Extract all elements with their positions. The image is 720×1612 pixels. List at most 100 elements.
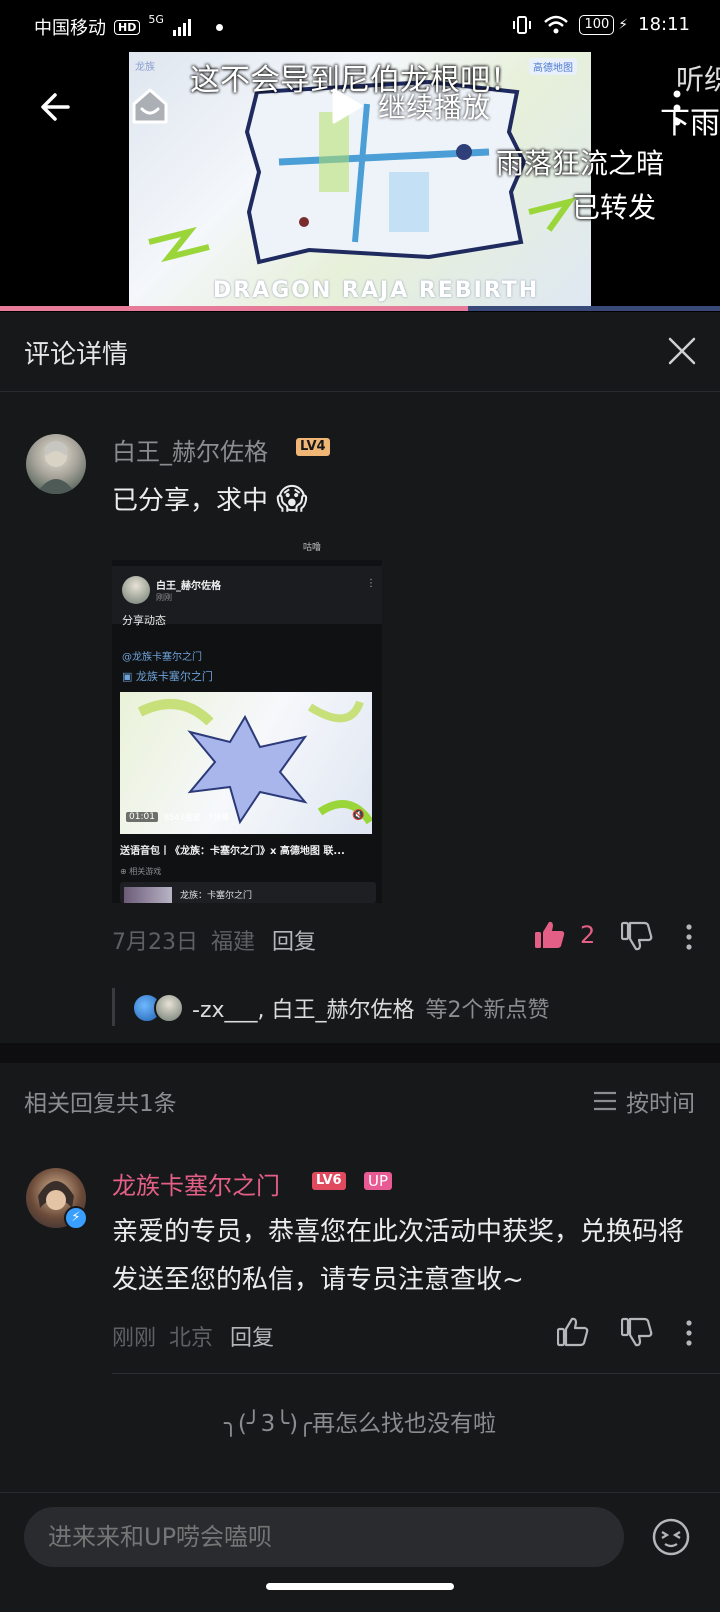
section-separator — [0, 1043, 720, 1063]
shared-screenshot-image[interactable]: 白王_赫尔佐格 刚刚 ⋮ 分享动态 @龙族卡塞尔之门 ▣ 龙族卡塞尔之门 01:… — [112, 560, 382, 903]
thumbs-up-filled-icon — [535, 921, 565, 948]
signal-icon — [172, 19, 191, 36]
resume-play-label: 继续播放 — [378, 91, 491, 124]
game-controller-icon: ⊕ — [120, 867, 130, 876]
shared-card-related: ⊕ 相关游戏 — [120, 866, 161, 877]
wifi-icon — [544, 15, 569, 33]
liked-by-text[interactable]: -zx___, 白王_赫尔佐格 等2个新点赞 — [192, 992, 550, 1024]
danmaku-text: 已转发 — [572, 191, 657, 224]
reply-location: 北京 — [169, 1326, 214, 1351]
up-badge: UP — [364, 1172, 393, 1190]
home-icon — [132, 88, 168, 124]
danmaku-text: 雨落狂流之暗 — [496, 147, 665, 180]
shared-card-top-label: 咕噜 — [303, 543, 322, 553]
avatar[interactable] — [26, 434, 86, 494]
close-icon — [668, 337, 696, 364]
close-button[interactable] — [662, 332, 702, 372]
comment-input[interactable] — [24, 1507, 624, 1567]
sort-label: 按时间 — [626, 1091, 695, 1117]
game-name: 龙族：卡塞尔之门 — [180, 891, 253, 901]
reply-text: 亲爱的专员，恭喜您在此次活动中获奖，兑换码将发送至您的私信，请专员注意查收~ — [112, 1217, 685, 1295]
liked-by-divider — [112, 988, 115, 1026]
home-indicator[interactable] — [266, 1583, 454, 1590]
resume-play-button[interactable]: 继续播放 — [330, 86, 490, 126]
level-badge: LV4 — [296, 438, 330, 456]
comment-date: 7月23日 — [112, 930, 198, 955]
video-watermark: DRAGON RAJA REBIRTH — [213, 278, 540, 303]
liked-by-names: -zx___, 白王_赫尔佐格 — [192, 998, 415, 1023]
battery-indicator: 100 — [579, 14, 615, 35]
game-thumb — [124, 887, 172, 903]
dislike-button[interactable] — [620, 1316, 654, 1350]
shared-card-action: 分享动态 — [122, 614, 166, 627]
mute-icon: 🔇 — [352, 810, 365, 821]
dislike-button[interactable] — [620, 920, 654, 954]
comment-input-bar — [0, 1492, 720, 1612]
play-icon — [332, 88, 363, 124]
reply-divider — [112, 1373, 720, 1374]
reply-button[interactable]: 回复 — [272, 924, 316, 956]
notification-dot-icon — [215, 23, 223, 31]
shared-card-game-row: 龙族：卡塞尔之门 — [120, 882, 376, 903]
shared-card-mention: @龙族卡塞尔之门 — [122, 652, 202, 663]
shared-card-more-icon: ⋮ — [366, 578, 376, 589]
panel-title: 评论详情 — [24, 340, 129, 370]
reply-meta: 刚刚 北京 — [112, 1320, 213, 1352]
comment-text: 已分享，求中 😱 — [112, 478, 308, 523]
back-button[interactable] — [34, 86, 78, 130]
status-bar: 中国移动 HD 5G 100 ⚡ 18:11 — [0, 0, 720, 52]
replies-count: 相关回复共1条 — [24, 1091, 177, 1117]
comment-more-button[interactable] — [682, 1318, 696, 1350]
comment-location: 福建 — [211, 930, 256, 955]
like-count: 2 — [580, 921, 596, 949]
comment-username[interactable]: 白王_赫尔佐格 — [112, 432, 268, 467]
video-duration: 01:01 — [126, 812, 158, 822]
back-arrow-icon — [41, 92, 70, 121]
comment-meta: 7月23日 福建 — [112, 924, 255, 956]
reply-button[interactable]: 回复 — [230, 1320, 274, 1352]
charging-icon: ⚡ — [618, 16, 629, 33]
shared-card-topic: ▣ 龙族卡塞尔之门 — [122, 668, 213, 684]
sort-lines-icon — [594, 1091, 616, 1111]
avatar-figure-icon — [36, 441, 76, 494]
emoji-button[interactable] — [650, 1517, 692, 1559]
level-badge: LV6 — [312, 1172, 346, 1190]
end-of-list-message: ╮(╯3╰)╭再怎么找也没有啦 — [224, 1411, 496, 1437]
video-corner-channel: 龙族 — [135, 62, 155, 73]
liked-by-suffix: 等2个新点赞 — [425, 998, 550, 1023]
more-vertical-icon — [686, 1319, 692, 1346]
liker-avatar — [154, 993, 184, 1023]
shared-card-video-thumb: 01:01 8543播放 · 7弹幕 🔇 — [120, 692, 372, 834]
thumbs-down-icon — [620, 921, 653, 950]
clock: 18:11 — [638, 14, 690, 35]
shocked-emoji-icon: 😱 — [276, 482, 308, 517]
shared-card-time: 刚刚 — [156, 593, 172, 602]
home-button[interactable] — [128, 84, 172, 128]
video-progress-fill — [0, 306, 468, 311]
topic-icon: ▣ — [122, 670, 136, 683]
emoji-face-icon — [652, 1518, 690, 1556]
reply-time: 刚刚 — [112, 1326, 157, 1351]
comment-detail-header: 评论详情 — [0, 312, 720, 392]
video-progress-bar[interactable] — [0, 306, 720, 311]
thumbs-up-icon — [556, 1317, 589, 1346]
shared-card-related-label: 相关游戏 — [129, 867, 162, 876]
verified-badge-icon: ⚡ — [64, 1206, 88, 1230]
reply-username[interactable]: 龙族卡塞尔之门 — [112, 1166, 280, 1201]
shared-card-video-title: 送语音包丨《龙族：卡塞尔之门》x 高德地图 联... — [120, 846, 345, 857]
like-button[interactable]: 2 — [534, 920, 595, 950]
like-button[interactable] — [556, 1316, 590, 1350]
more-vertical-icon — [686, 923, 692, 950]
shared-card-username: 白王_赫尔佐格 — [156, 581, 221, 592]
network-label: 5G — [148, 12, 164, 26]
hd-badge: HD — [114, 19, 141, 35]
shared-card-avatar — [122, 576, 150, 604]
more-options-button[interactable] — [662, 86, 692, 132]
comment-more-button[interactable] — [682, 922, 696, 954]
comment-body: 已分享，求中 — [112, 486, 269, 516]
thumbs-down-icon — [620, 1317, 653, 1346]
more-vertical-icon — [673, 90, 681, 125]
vibrate-icon — [513, 15, 532, 34]
carrier-label: 中国移动 — [34, 18, 106, 39]
sort-button[interactable]: 按时间 — [592, 1084, 695, 1118]
